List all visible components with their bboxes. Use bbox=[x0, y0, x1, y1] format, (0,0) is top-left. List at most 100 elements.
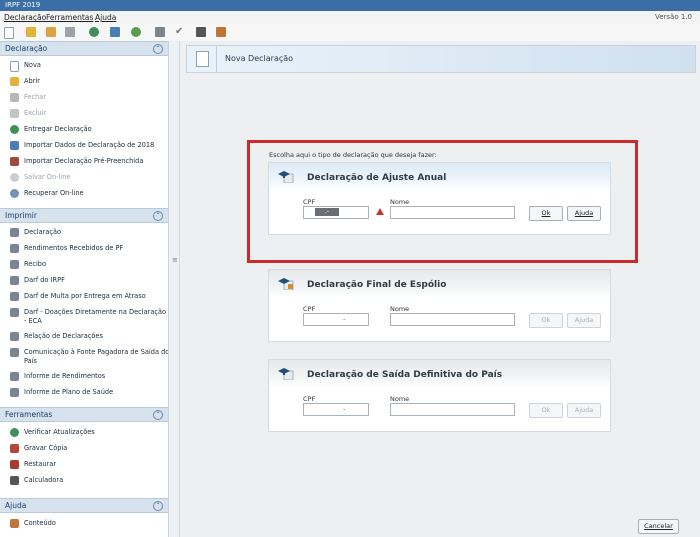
nome-label: Nome bbox=[390, 305, 410, 313]
section-title: Imprimir bbox=[5, 211, 37, 220]
folder-icon[interactable] bbox=[46, 27, 56, 37]
cpf-value: - bbox=[343, 405, 346, 413]
open-icon[interactable] bbox=[26, 27, 36, 37]
menu-bar: Declaração Ferramentas Ajuda Versão 1.0 bbox=[0, 11, 700, 24]
sidebar-item-gravar-copia[interactable]: Gravar Cópia bbox=[0, 442, 168, 456]
section-declaracao[interactable]: Declaração ⌃ bbox=[0, 41, 168, 56]
sidebar-item-label: Recibo bbox=[24, 260, 47, 268]
section-ajuda[interactable]: Ajuda ⌃ bbox=[0, 498, 168, 513]
sidebar-item-label: Entregar Declaração bbox=[24, 125, 92, 133]
import-icon bbox=[10, 141, 19, 150]
sidebar-item-verificar[interactable]: Verificar Atualizações bbox=[0, 426, 168, 440]
section-ferramentas[interactable]: Ferramentas ⌃ bbox=[0, 407, 168, 422]
sidebar-item-label: Verificar Atualizações bbox=[24, 428, 95, 436]
sidebar-item-label: Calculadora bbox=[24, 476, 64, 484]
sidebar-item-label: Darf do IRPF bbox=[24, 276, 65, 284]
sidebar-item-print-plano-saude[interactable]: Informe de Plano de Saúde bbox=[0, 386, 168, 400]
new-doc-icon bbox=[10, 61, 19, 72]
sidebar-item-print-declaracao[interactable]: Declaração bbox=[0, 226, 168, 240]
globe-icon[interactable] bbox=[89, 27, 99, 37]
cancelar-button[interactable]: Cancelar bbox=[638, 519, 679, 534]
cloud-recover-icon bbox=[10, 189, 19, 198]
sidebar-item-nova[interactable]: Nova bbox=[0, 59, 168, 73]
sidebar-item-entregar[interactable]: Entregar Declaração bbox=[0, 123, 168, 137]
help-icon bbox=[10, 519, 19, 528]
ajuda-button[interactable]: Ajuda bbox=[567, 403, 601, 418]
sidebar-item-label: Excluir bbox=[24, 109, 47, 117]
version-label: Versão 1.0 bbox=[654, 13, 692, 21]
card-saida-definitiva: Declaração de Saída Definitiva do País C… bbox=[268, 359, 611, 432]
open-folder-icon bbox=[10, 77, 19, 86]
sidebar-item-salvar-online[interactable]: Salvar On-line bbox=[0, 171, 168, 185]
print-icon bbox=[10, 228, 19, 237]
restore-icon bbox=[10, 460, 19, 469]
sidebar-item-print-relacao[interactable]: Relação de Declarações bbox=[0, 330, 168, 344]
cpf-input[interactable] bbox=[303, 313, 369, 326]
toolbar: ✔ bbox=[0, 24, 700, 42]
section-imprimir[interactable]: Imprimir ⌃ bbox=[0, 208, 168, 223]
sidebar-item-print-rendimentos-pf[interactable]: Rendimentos Recebidos de PF bbox=[0, 242, 168, 256]
window-title: IRPF 2019 bbox=[5, 1, 41, 9]
import-icon[interactable] bbox=[110, 27, 120, 37]
nome-input[interactable] bbox=[390, 403, 515, 416]
menu-ferramentas[interactable]: Ferramentas bbox=[46, 13, 93, 22]
page-title: Nova Declaração bbox=[225, 54, 294, 63]
sidebar-item-excluir[interactable]: Excluir bbox=[0, 107, 168, 121]
card-title: Declaração de Saída Definitiva do País bbox=[307, 370, 503, 380]
sidebar-item-label: Comunicação à Fonte Pagadora de Saída do bbox=[24, 348, 169, 356]
sidebar-item-label: Darf de Multa por Entrega em Atraso bbox=[24, 292, 146, 300]
collapse-icon[interactable]: ⌃ bbox=[153, 409, 163, 420]
sidebar-splitter[interactable]: ≡ bbox=[169, 41, 180, 537]
sidebar: Declaração ⌃ Nova Abrir Fechar Excluir E… bbox=[0, 41, 169, 537]
ajuda-button[interactable]: Ajuda bbox=[567, 313, 601, 328]
menu-declaracao[interactable]: Declaração bbox=[4, 13, 46, 22]
sidebar-item-importar-pre[interactable]: Importar Declaração Pré-Preenchida bbox=[0, 155, 168, 169]
sidebar-item-print-darf-doacoes[interactable]: Darf - Doações Diretamente na Declaração… bbox=[0, 306, 168, 328]
globe-send-icon[interactable] bbox=[131, 27, 141, 37]
print-icon bbox=[10, 308, 19, 317]
new-icon[interactable] bbox=[4, 27, 14, 39]
menu-ajuda[interactable]: Ajuda bbox=[95, 13, 116, 22]
trash-icon bbox=[10, 109, 19, 118]
ok-button[interactable]: Ok bbox=[529, 403, 563, 418]
check-icon[interactable]: ✔ bbox=[175, 27, 185, 37]
sidebar-item-label: Declaração bbox=[24, 228, 62, 236]
print-icon bbox=[10, 276, 19, 285]
sidebar-item-abrir[interactable]: Abrir bbox=[0, 75, 168, 89]
collapse-icon[interactable]: ⌃ bbox=[153, 210, 163, 221]
sidebar-item-label: Relação de Declarações bbox=[24, 332, 103, 340]
sidebar-item-print-comunicacao[interactable]: Comunicação à Fonte Pagadora de Saída do… bbox=[0, 346, 168, 368]
sidebar-item-label: Informe de Rendimentos bbox=[24, 372, 106, 380]
sidebar-item-recuperar-online[interactable]: Recuperar On-line bbox=[0, 187, 168, 201]
print-icon[interactable] bbox=[155, 27, 165, 37]
collapse-icon[interactable]: ⌃ bbox=[153, 43, 163, 54]
graduation-doc-icon bbox=[278, 278, 294, 290]
sidebar-item-calculadora[interactable]: Calculadora bbox=[0, 474, 168, 488]
sidebar-item-print-darf-multa[interactable]: Darf de Multa por Entrega em Atraso bbox=[0, 290, 168, 304]
print-icon bbox=[10, 292, 19, 301]
sidebar-item-importar-2018[interactable]: Importar Dados de Declaração de 2018 bbox=[0, 139, 168, 153]
sidebar-item-restaurar[interactable]: Restaurar bbox=[0, 458, 168, 472]
sidebar-item-label: Gravar Cópia bbox=[24, 444, 68, 452]
book-icon[interactable] bbox=[216, 27, 226, 37]
cpf-input[interactable] bbox=[303, 403, 369, 416]
sidebar-item-print-recibo[interactable]: Recibo bbox=[0, 258, 168, 272]
sidebar-item-fechar[interactable]: Fechar bbox=[0, 91, 168, 105]
document-icon bbox=[196, 51, 209, 67]
print-icon bbox=[10, 332, 19, 341]
print-icon bbox=[10, 260, 19, 269]
ok-button[interactable]: Ok bbox=[529, 313, 563, 328]
collapse-icon[interactable]: ⌃ bbox=[153, 500, 163, 511]
main-header: Nova Declaração bbox=[186, 45, 696, 73]
print-icon bbox=[10, 348, 19, 357]
section-title: Ferramentas bbox=[5, 410, 53, 419]
nome-input[interactable] bbox=[390, 313, 515, 326]
refresh-icon bbox=[10, 428, 19, 437]
trash-icon[interactable] bbox=[65, 27, 75, 37]
sidebar-item-conteudo[interactable]: Conteúdo bbox=[0, 517, 168, 531]
sidebar-item-print-darf[interactable]: Darf do IRPF bbox=[0, 274, 168, 288]
calculator-icon[interactable] bbox=[196, 27, 206, 37]
main-panel: Nova Declaração Escolha aqui o tipo de d… bbox=[180, 41, 700, 537]
sidebar-item-print-informe-rendimentos[interactable]: Informe de Rendimentos bbox=[0, 370, 168, 384]
sidebar-item-label: Abrir bbox=[24, 77, 40, 85]
